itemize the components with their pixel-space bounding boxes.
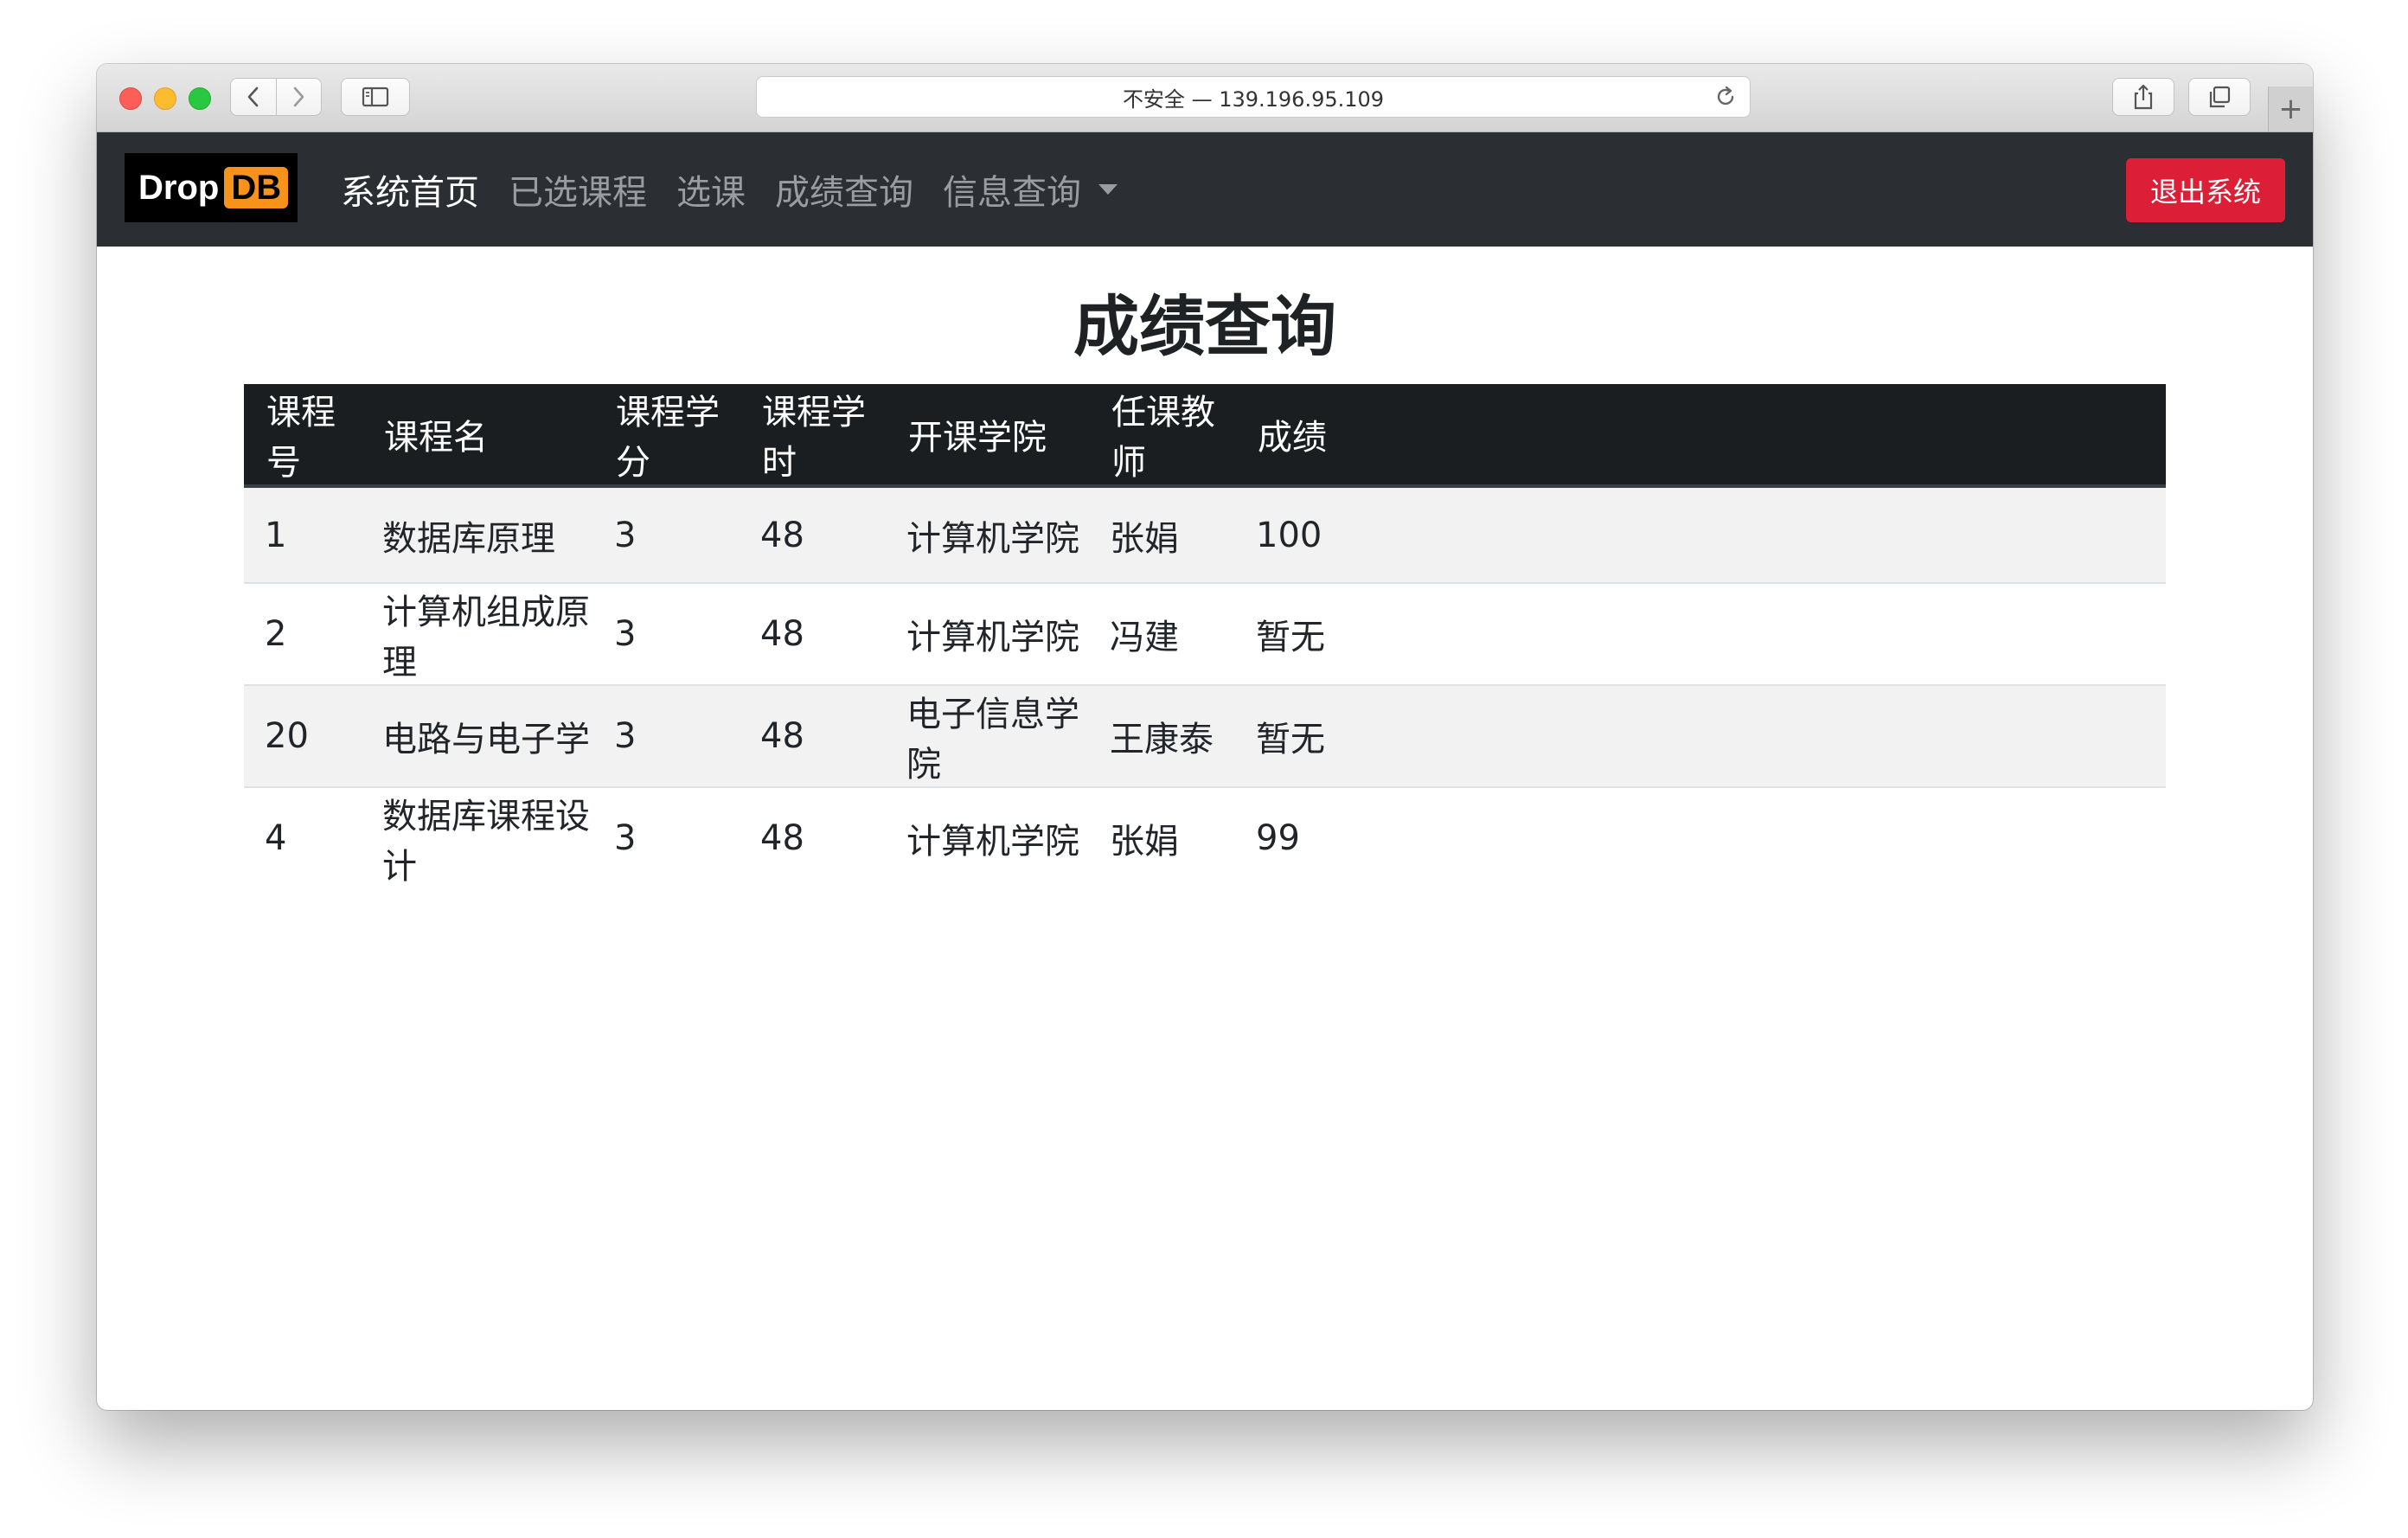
page-title: 成绩查询 — [1073, 288, 1336, 365]
address-bar[interactable]: 不安全 — 139.196.95.109 — [756, 76, 1751, 118]
zoom-window-button[interactable] — [189, 87, 211, 110]
cell-college: 计算机学院 — [886, 486, 1089, 584]
browser-toolbar: 不安全 — 139.196.95.109 + — [97, 64, 2313, 132]
column-header-course-name: 课程名 — [362, 384, 593, 488]
nav-links: 系统首页 已选课程 选课 成绩查询 信息查询 — [341, 132, 1147, 247]
logout-button[interactable]: 退出系统 — [2126, 158, 2285, 222]
reload-icon[interactable] — [1713, 85, 1738, 114]
grades-table: 课程号 课程名 课程学分 课程学时 开课学院 任课教师 成绩 1 数据库原理 3… — [244, 384, 2166, 888]
cell-course-name: 数据库原理 — [362, 486, 593, 584]
nav-link-course-selection[interactable]: 选课 — [676, 164, 746, 215]
cell-credits: 3 — [593, 486, 740, 584]
cell-grade: 100 — [1235, 486, 2166, 584]
table-row: 2 计算机组成原理 3 48 计算机学院 冯建 暂无 — [244, 583, 2166, 686]
cell-college: 计算机学院 — [886, 583, 1089, 686]
new-tab-button[interactable]: + — [2268, 87, 2313, 131]
column-header-hours: 课程学时 — [740, 384, 886, 488]
nav-link-selected-courses[interactable]: 已选课程 — [509, 164, 647, 215]
cell-teacher: 冯建 — [1089, 583, 1235, 686]
history-nav — [230, 78, 322, 116]
share-icon — [2134, 84, 2153, 110]
minimize-window-button[interactable] — [154, 87, 176, 110]
tabs-overview-button[interactable] — [2188, 78, 2251, 116]
cell-grade: 99 — [1256, 818, 1300, 858]
cell-teacher: 张娟 — [1089, 486, 1235, 584]
back-button[interactable] — [231, 79, 276, 115]
column-header-credits: 课程学分 — [593, 384, 740, 488]
browser-window: 不安全 — 139.196.95.109 + Drop DB 系统首页 已选课程… — [97, 64, 2313, 1410]
logo-text: Drop — [138, 168, 220, 207]
cell-credits: 3 — [593, 685, 740, 788]
table-row: 20 电路与电子学 3 48 电子信息学院 王康泰 暂无 — [244, 685, 2166, 788]
cell-grade: 暂无 — [1235, 583, 2166, 686]
cell-course-id: 1 — [244, 486, 362, 584]
tabs-icon — [2209, 86, 2231, 108]
cell-course-id: 2 — [244, 583, 362, 686]
cell-course-name: 计算机组成原理 — [362, 583, 593, 686]
column-header-course-id: 课程号 — [244, 384, 362, 488]
cell-credits: 3 — [593, 583, 740, 686]
table-row: 4 数据库课程设计 3 48 计算机学院 张娟 99 — [244, 787, 2166, 888]
column-header-grade: 成绩 — [1235, 384, 2166, 488]
cell-grade: 暂无 — [1235, 685, 2166, 788]
cell-college: 计算机学院 — [906, 822, 1079, 862]
forward-button[interactable] — [275, 79, 322, 115]
cell-course-id: 20 — [244, 685, 362, 788]
sidebar-toggle-button[interactable] — [341, 78, 410, 116]
table-header-row: 课程号 课程名 课程学分 课程学时 开课学院 任课教师 成绩 — [244, 384, 2166, 488]
chevron-right-icon — [293, 87, 304, 107]
share-button[interactable] — [2112, 78, 2174, 116]
cell-hours: 48 — [740, 583, 886, 686]
cell-hours: 48 — [740, 486, 886, 584]
column-header-college: 开课学院 — [886, 384, 1089, 488]
cell-credits: 3 — [614, 818, 637, 858]
nav-link-info-query-dropdown[interactable]: 信息查询 — [943, 164, 1118, 215]
nav-link-info-query-label: 信息查询 — [943, 173, 1081, 213]
column-header-teacher: 任课教师 — [1089, 384, 1235, 488]
cell-college: 电子信息学院 — [886, 685, 1089, 788]
cell-course-name: 电路与电子学 — [362, 685, 593, 788]
cell-course-id: 4 — [265, 818, 287, 858]
logo-badge: DB — [224, 167, 289, 208]
cell-teacher: 张娟 — [1110, 822, 1179, 862]
cell-hours: 48 — [740, 685, 886, 788]
caret-down-icon — [1098, 184, 1118, 195]
cell-course-name: 数据库课程设计 — [382, 797, 590, 887]
nav-link-grade-query[interactable]: 成绩查询 — [775, 164, 913, 215]
sidebar-icon — [362, 87, 389, 107]
dropdb-logo[interactable]: Drop DB — [125, 153, 298, 222]
cell-hours: 48 — [760, 818, 804, 858]
chevron-left-icon — [247, 87, 259, 107]
address-text: 不安全 — 139.196.95.109 — [1122, 87, 1385, 112]
table-row: 1 数据库原理 3 48 计算机学院 张娟 100 — [244, 486, 2166, 584]
table-header: 课程号 课程名 课程学分 课程学时 开课学院 任课教师 成绩 — [244, 384, 2166, 488]
app-navbar: Drop DB 系统首页 已选课程 选课 成绩查询 信息查询 退出系统 — [97, 132, 2313, 247]
cell-teacher: 王康泰 — [1089, 685, 1235, 788]
nav-link-home[interactable]: 系统首页 — [341, 164, 479, 215]
table-body: 1 数据库原理 3 48 计算机学院 张娟 100 2 计算机组成原理 3 48… — [244, 486, 2166, 888]
close-window-button[interactable] — [119, 87, 142, 110]
